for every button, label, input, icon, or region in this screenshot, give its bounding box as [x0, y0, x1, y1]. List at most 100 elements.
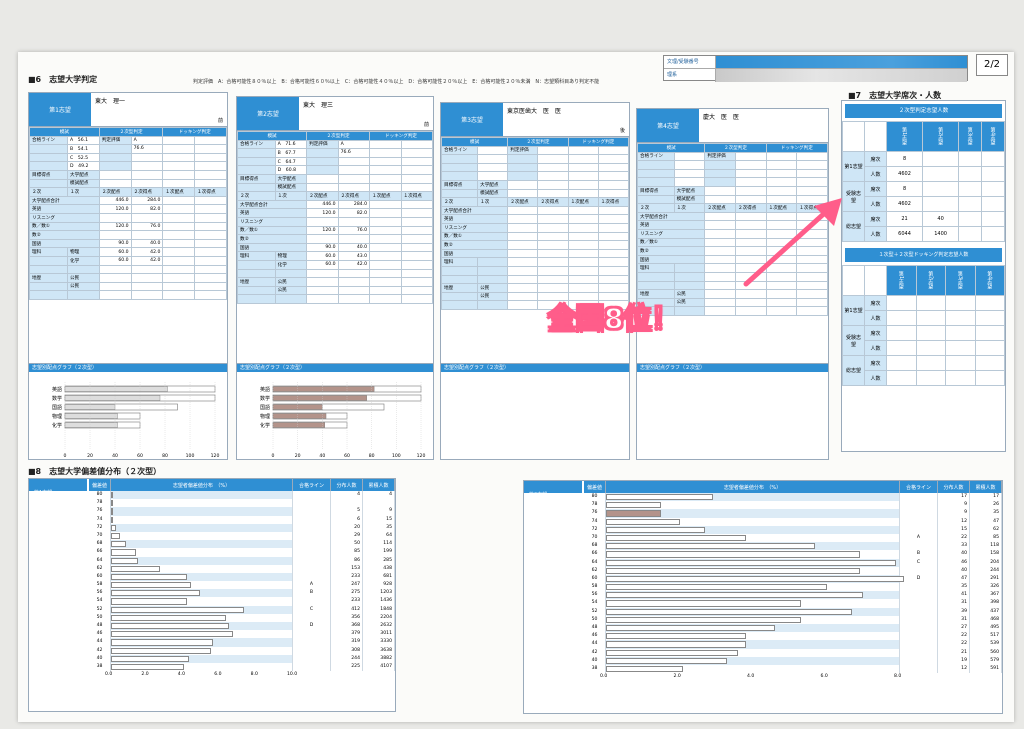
cell: 地歴: [29, 273, 69, 283]
rank-value: [958, 196, 983, 212]
cell: [673, 280, 706, 291]
dist-row: 38 225 4107: [89, 662, 395, 672]
dist-line-mark: [293, 548, 331, 557]
dist-level: 60: [89, 572, 111, 582]
dist-cumulative: 468: [970, 615, 1002, 624]
cell: [400, 208, 433, 218]
dist-line-mark: [900, 501, 938, 510]
cell: ２次: [441, 197, 479, 207]
dist-line-mark: [293, 564, 331, 573]
dist-row: 66 85 199: [89, 548, 395, 557]
cell: [237, 259, 276, 270]
graph-subject-label: 物理: [260, 413, 270, 420]
cell: [400, 148, 433, 158]
dist-level: 50: [89, 613, 111, 622]
cell: [369, 294, 402, 304]
university-card-2: 第2志望 東大 理三前模試 ２次型判定 ドッキング判定 合格ライン A 71.6 判定評価 A…: [236, 96, 434, 460]
cell: [567, 248, 599, 259]
dist-cumulative: 204: [970, 558, 1002, 567]
dist-line-mark: [293, 523, 331, 532]
cell: １次: [477, 197, 509, 207]
cell: 公民: [67, 273, 100, 283]
dist-axis-tick: 4.0: [747, 674, 755, 680]
dist-line-mark: [900, 648, 938, 657]
cell: 90.0: [98, 238, 132, 249]
rank-key: 人数: [864, 196, 887, 212]
cell: [194, 273, 227, 283]
cell: [194, 169, 227, 180]
cell: [162, 195, 196, 206]
dist-line-mark: [293, 597, 331, 606]
cell: [597, 265, 629, 276]
dist-line-mark: [293, 531, 331, 541]
dist-cumulative: 85: [970, 533, 1002, 543]
cell: 60.0: [306, 259, 339, 270]
dist-bar: [111, 532, 121, 540]
dist-line-mark: [293, 572, 331, 582]
rank-group: 第1志望: [842, 151, 865, 182]
cell: [194, 281, 227, 292]
cell: [537, 231, 569, 242]
dist-h-cum: 累積人数: [363, 479, 395, 491]
dist-row: 40 244 3882: [89, 654, 395, 663]
cell: [441, 162, 479, 173]
cell: ２次型判定: [704, 143, 767, 153]
graph-axis-tick: 40: [319, 453, 325, 459]
dist-cumulative: 438: [363, 564, 395, 573]
cell: 60.0: [98, 255, 132, 266]
graph-score-bar: [64, 386, 168, 392]
cell: [673, 168, 706, 179]
dist-level: 68: [584, 542, 606, 551]
dist-level: 46: [584, 632, 606, 641]
dist-row: 50 31 468: [584, 615, 1002, 624]
rank-key: 席次: [864, 355, 887, 371]
judgement-table: 模試 ２次型判定 ドッキング判定 合格ライン A 71.6 判定評価 A B 67.7 76.6…: [237, 131, 433, 304]
dist-line-mark: [293, 556, 331, 565]
cell: [130, 230, 164, 240]
dist-line-mark: A: [900, 533, 938, 543]
cell: A 71.6: [274, 139, 308, 150]
cell: ２次型判定: [306, 131, 371, 141]
graph-axis-tick: 20: [87, 453, 93, 459]
dist-cumulative: 15: [363, 515, 395, 524]
cell: [765, 306, 798, 316]
cell: 化学: [67, 255, 100, 266]
cell: [194, 135, 227, 146]
dist-level: 56: [89, 589, 111, 598]
cell: [162, 255, 196, 266]
cell: [400, 199, 433, 210]
cell: ２次配点: [507, 197, 539, 207]
dist-row: 44 22 539: [584, 640, 1002, 649]
cell: 物理: [274, 251, 308, 261]
graph-axis-tick: 120: [417, 453, 426, 459]
dist-line-mark: [900, 599, 938, 608]
dist-level: 38: [89, 662, 111, 672]
dist-row: 74 12 47: [584, 517, 1002, 526]
cell: [734, 151, 767, 162]
cell: [507, 205, 539, 216]
cell: [98, 264, 132, 275]
dist-row: 62 40 244: [584, 566, 1002, 575]
cell: [98, 281, 132, 292]
cell: [237, 148, 276, 158]
dist-count: 39: [938, 607, 970, 616]
cell: [765, 160, 798, 170]
rank-value: [922, 196, 960, 212]
cell: [306, 165, 339, 175]
dist-axis-tick: 0.0: [600, 674, 608, 680]
dist-level: 80: [89, 491, 111, 500]
rank-table-1: 第1志望 第2志望 第3志望 第4志望 第1志望 席次 8 人数 4602 受験志望 席次 8 人数 46…: [842, 121, 1005, 242]
cell: [537, 205, 569, 216]
cell: 合格ライン: [237, 139, 276, 150]
rank-value: [958, 181, 983, 197]
dist-cumulative: 3638: [363, 646, 395, 655]
cell: [637, 194, 675, 205]
page-number: 2/2: [976, 54, 1008, 76]
cell: B 54.1: [67, 144, 100, 154]
graph-subject-label: 化学: [52, 422, 62, 429]
rank-value: [958, 166, 983, 182]
cell: [162, 247, 196, 257]
cell: 理科: [29, 247, 69, 257]
dist-line-mark: [293, 654, 331, 663]
cell: ２次: [29, 187, 69, 197]
